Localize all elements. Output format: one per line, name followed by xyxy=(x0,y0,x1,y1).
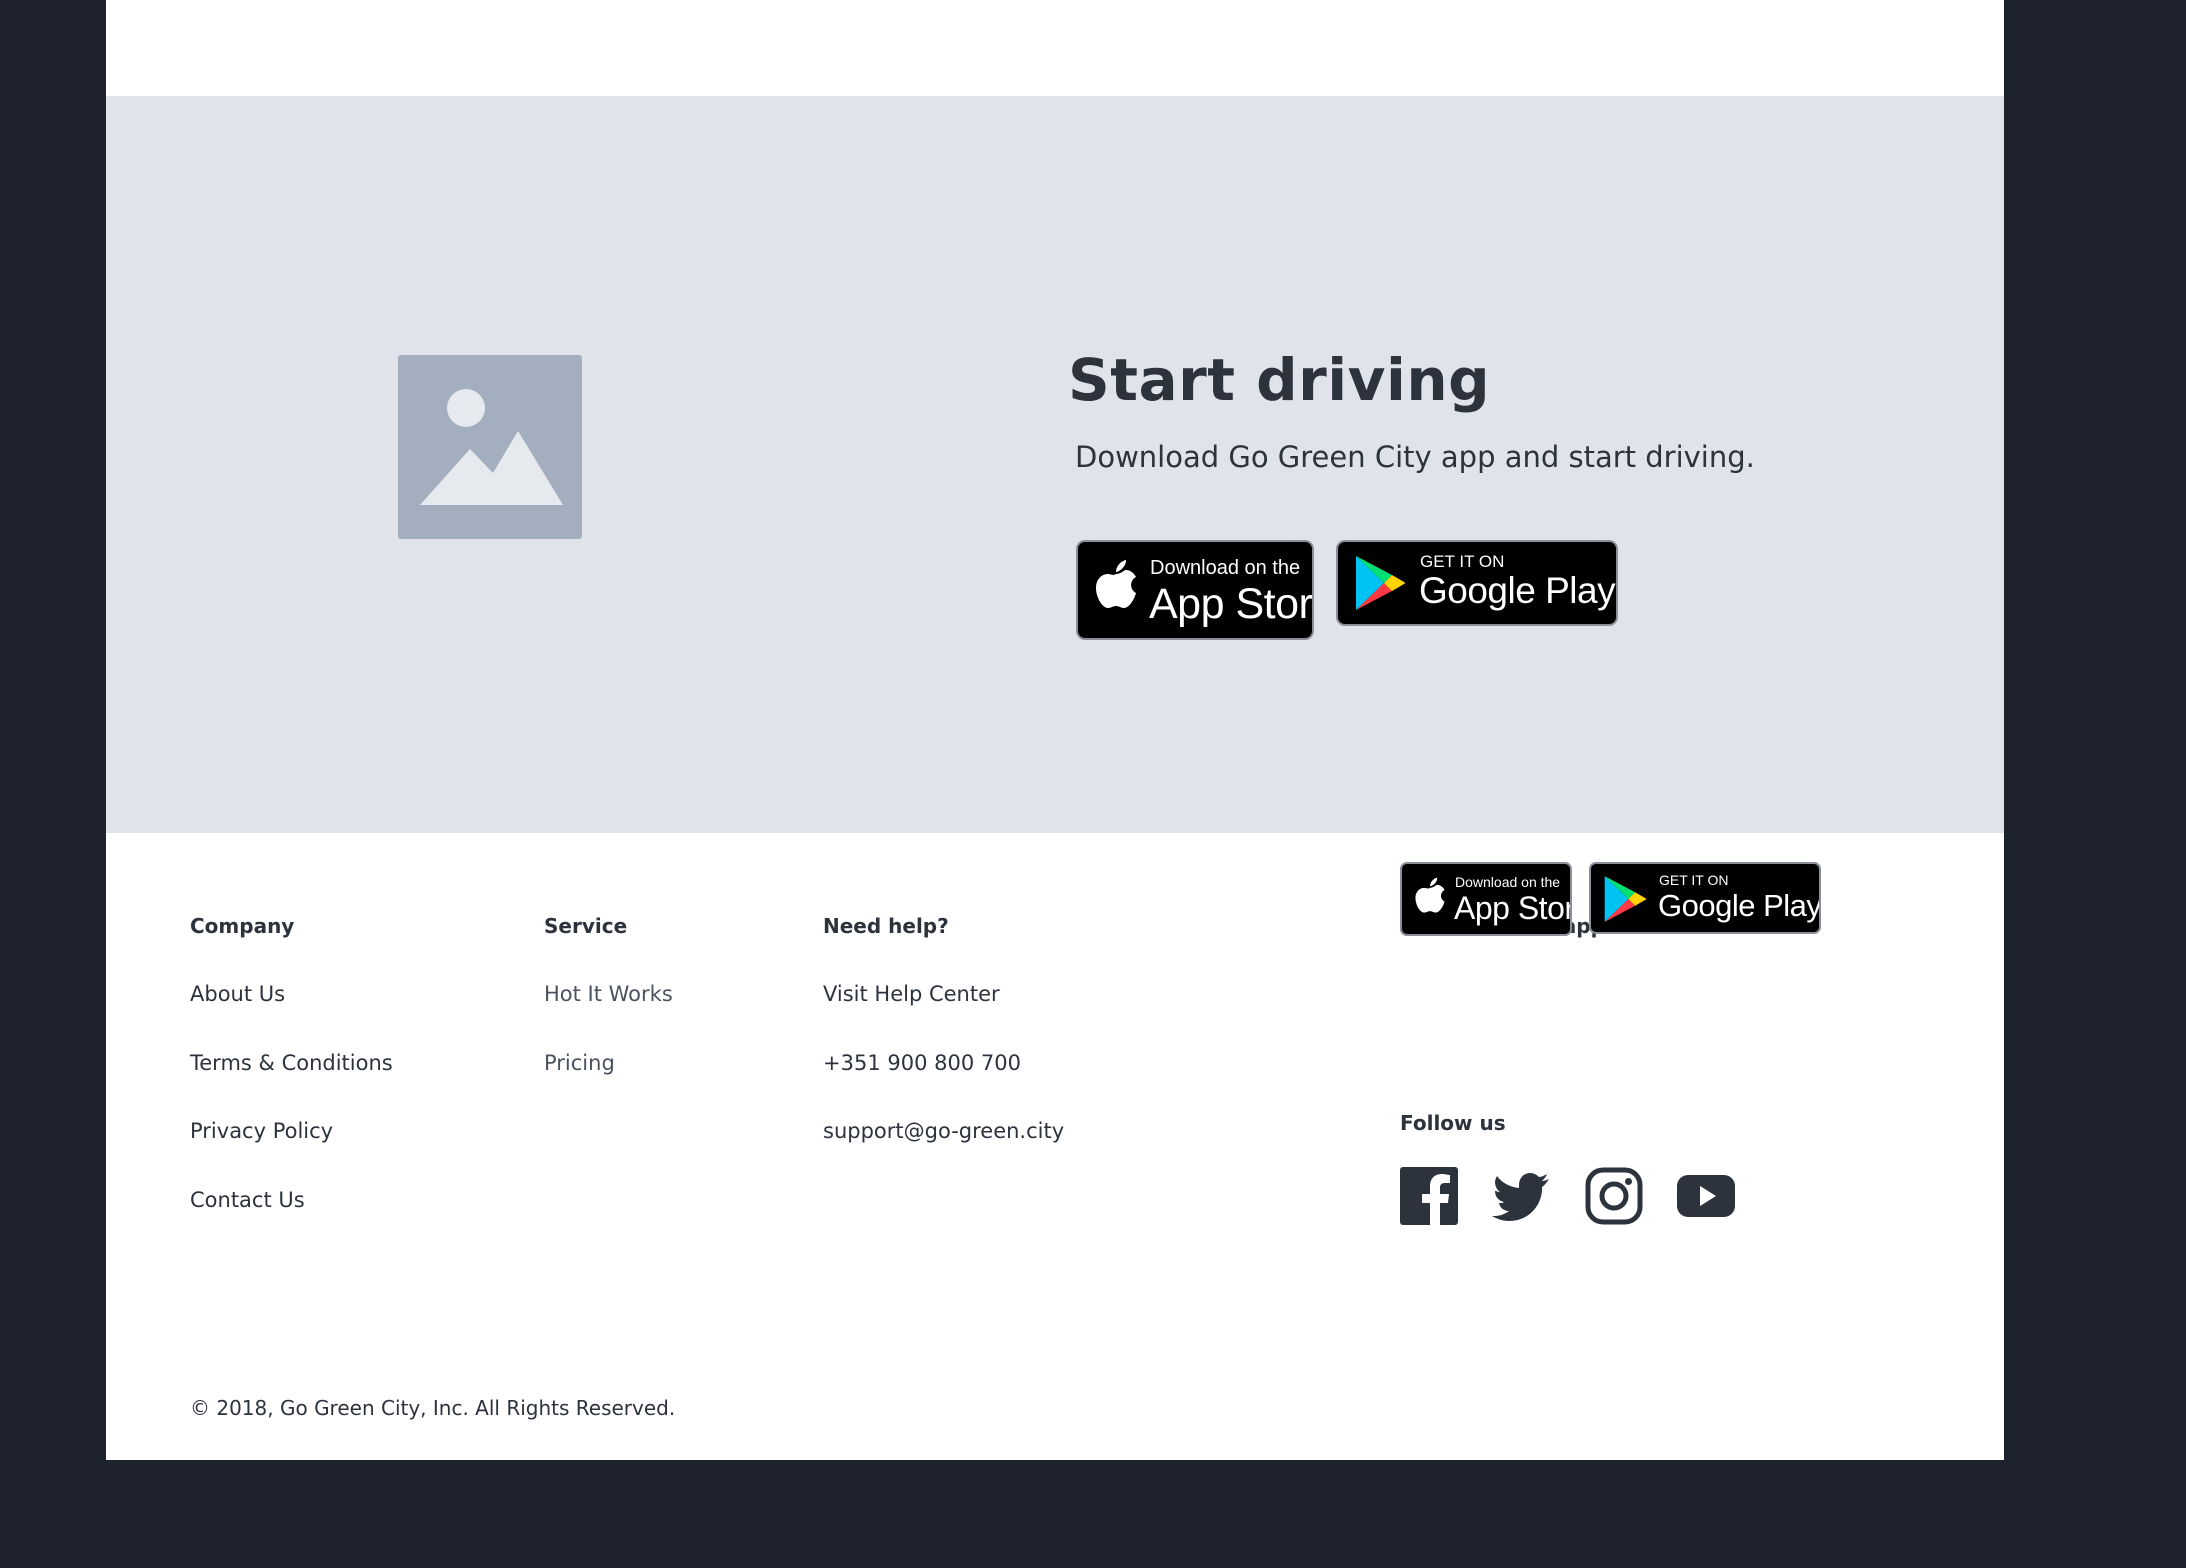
footer-app-store-small-label: Download on the xyxy=(1455,874,1561,890)
privacy-policy-link[interactable]: Privacy Policy xyxy=(190,1119,333,1143)
cta-subtitle: Download Go Green City app and start dri… xyxy=(1075,440,1755,474)
app-store-label: App Store xyxy=(1149,580,1313,628)
google-play-icon xyxy=(1354,554,1406,616)
apple-icon xyxy=(1414,877,1446,923)
footer-google-play-badge[interactable]: GET IT ON Google Play xyxy=(1589,862,1821,934)
google-play-badge[interactable]: GET IT ON Google Play xyxy=(1336,540,1618,626)
support-email-link[interactable]: support@go-green.city xyxy=(823,1119,1064,1143)
image-placeholder-icon xyxy=(398,355,582,539)
footer-google-play-label: Google Play xyxy=(1658,888,1821,923)
about-us-link[interactable]: About Us xyxy=(190,982,285,1006)
footer-app-store-label: App Store xyxy=(1454,890,1570,926)
help-center-link[interactable]: Visit Help Center xyxy=(823,982,1000,1006)
app-store-small-label: Download on the xyxy=(1150,557,1301,579)
google-play-label: Google Play xyxy=(1419,570,1616,611)
pricing-link[interactable]: Pricing xyxy=(544,1051,615,1075)
footer-google-play-small-label: GET IT ON xyxy=(1659,872,1729,888)
terms-link[interactable]: Terms & Conditions xyxy=(190,1051,393,1075)
footer-app-store-badge[interactable]: Download on the App Store xyxy=(1400,862,1572,936)
how-it-works-link[interactable]: Hot It Works xyxy=(544,982,673,1006)
youtube-icon[interactable] xyxy=(1677,1167,1735,1225)
contact-us-link[interactable]: Contact Us xyxy=(190,1188,305,1212)
copyright: © 2018, Go Green City, Inc. All Rights R… xyxy=(190,1396,676,1420)
google-play-small-label: GET IT ON xyxy=(1420,552,1505,571)
page: Start driving Download Go Green City app… xyxy=(106,0,2004,1460)
company-heading: Company xyxy=(190,914,295,938)
cta-section: Start driving Download Go Green City app… xyxy=(106,96,2004,833)
need-help-heading: Need help? xyxy=(823,914,949,938)
twitter-icon[interactable] xyxy=(1492,1167,1550,1225)
google-play-icon xyxy=(1603,874,1647,928)
apple-icon xyxy=(1094,560,1138,620)
service-heading: Service xyxy=(544,914,628,938)
phone-link[interactable]: +351 900 800 700 xyxy=(823,1051,1021,1075)
cta-title: Start driving xyxy=(1068,346,1491,414)
facebook-icon[interactable] xyxy=(1400,1167,1458,1225)
app-store-badge[interactable]: Download on the App Store xyxy=(1076,540,1314,640)
instagram-icon[interactable] xyxy=(1585,1167,1643,1225)
follow-us-heading: Follow us xyxy=(1400,1111,1506,1135)
